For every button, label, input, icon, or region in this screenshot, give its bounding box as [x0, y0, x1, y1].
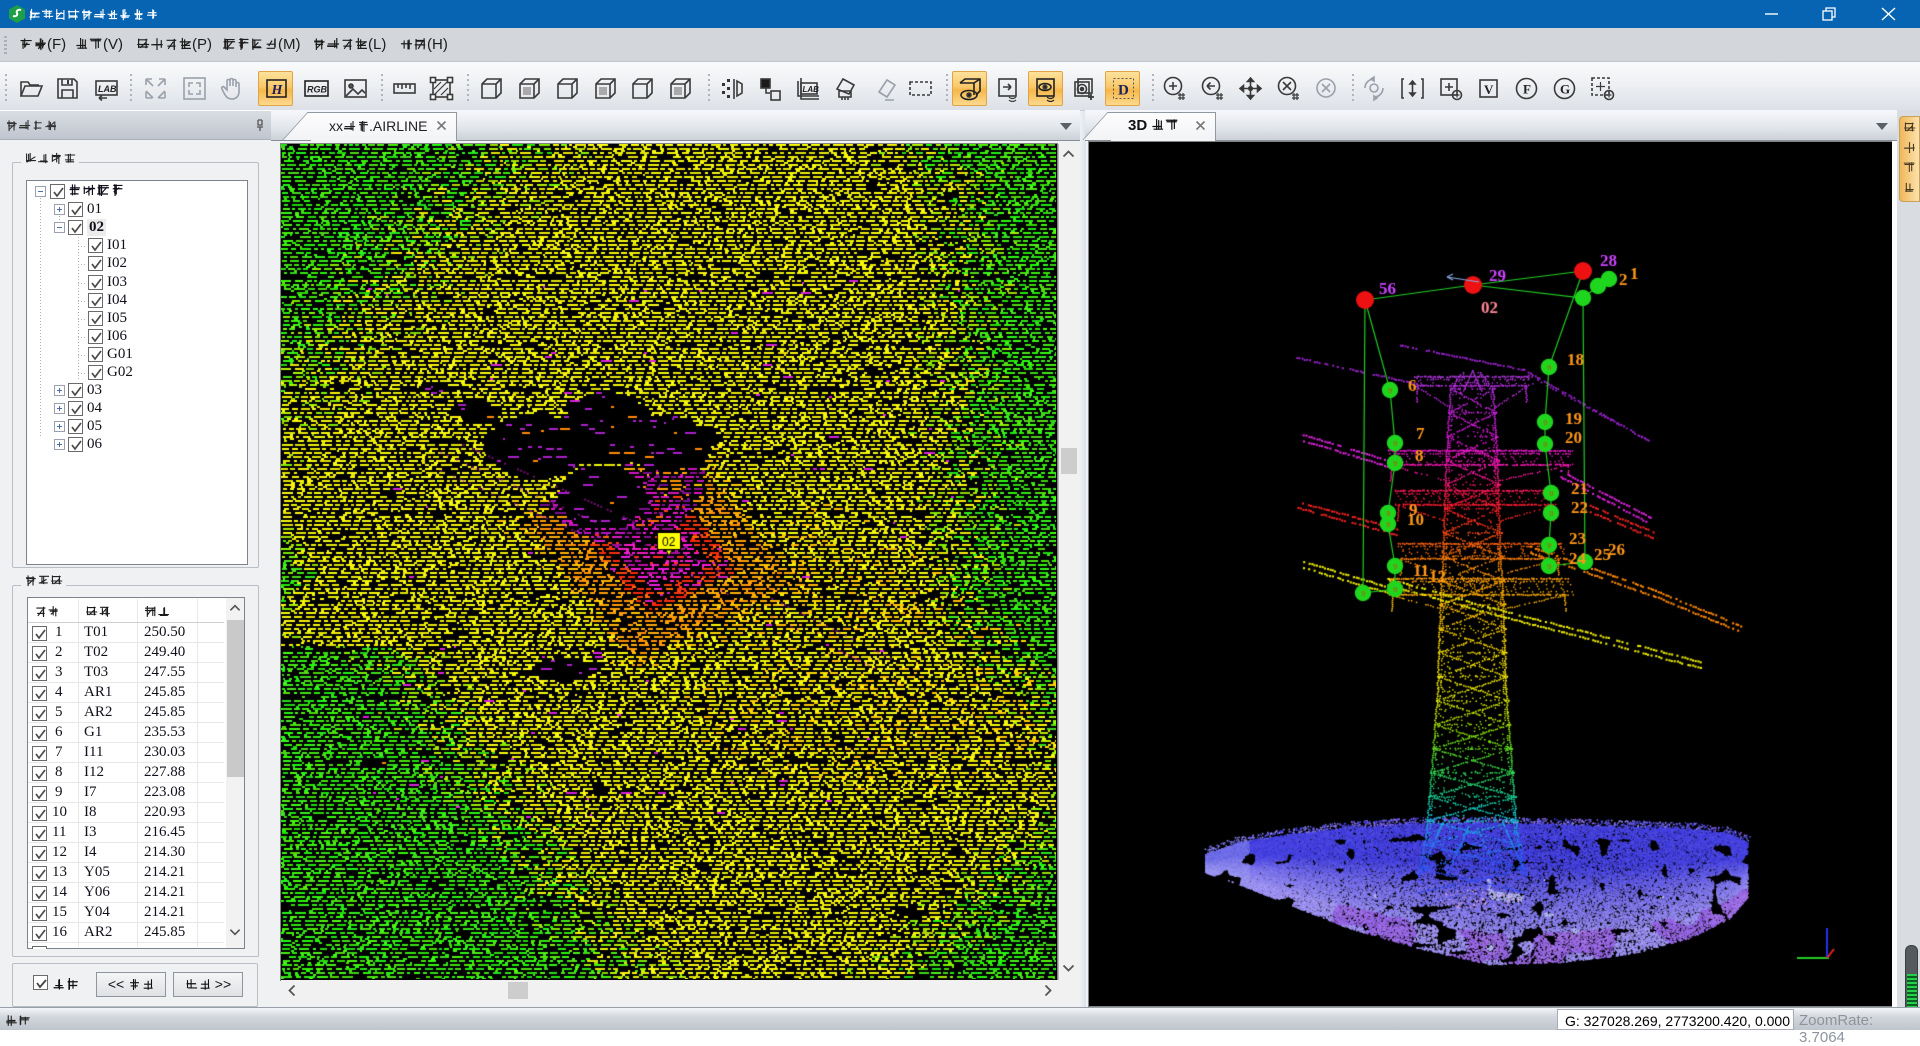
svg-text:F: F: [1523, 82, 1531, 97]
svg-text:D: D: [1118, 83, 1129, 99]
svg-text:G: G: [1560, 82, 1570, 97]
svg-text:V: V: [1484, 82, 1494, 97]
svg-text:H: H: [271, 83, 284, 98]
svg-text:RGB: RGB: [307, 85, 328, 95]
svg-text:LAB: LAB: [803, 85, 820, 94]
svg-text:LAB: LAB: [98, 84, 117, 94]
